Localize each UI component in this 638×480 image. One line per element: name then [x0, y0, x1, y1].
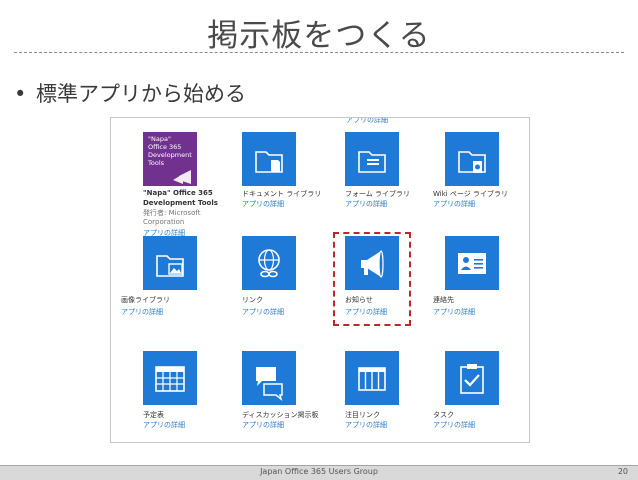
bullet-dot-icon: • — [14, 82, 27, 106]
app-name: 注目リンク — [345, 411, 380, 419]
app-details-link[interactable]: アプリの詳細 — [433, 420, 475, 430]
links-tile[interactable] — [242, 236, 296, 290]
app-details-link[interactable]: アプリの詳細 — [345, 420, 387, 430]
tasks-tile[interactable] — [445, 351, 499, 405]
folder-wiki-icon — [458, 151, 486, 173]
app-details-link[interactable]: アプリの詳細 — [242, 420, 284, 430]
document-library-tile[interactable] — [242, 132, 296, 186]
slide-title: 掲示板をつくる — [207, 18, 431, 54]
app-name: ディスカッション掲示板 — [242, 411, 319, 419]
contacts-tile[interactable] — [445, 236, 499, 290]
app-name: 画像ライブラリ — [121, 296, 170, 304]
app-details-link[interactable]: アプリの詳細 — [433, 199, 475, 209]
app-name: Wiki ページ ライブラリ — [433, 190, 509, 198]
globe-link-icon — [258, 249, 280, 278]
slide-footer: Japan Office 365 Users Group 20 — [0, 465, 638, 480]
bullet-text: 標準アプリから始める — [36, 82, 246, 106]
discussion-icon — [256, 367, 283, 401]
title-divider — [14, 52, 624, 53]
promoted-links-tile[interactable] — [345, 351, 399, 405]
folder-doc-icon — [255, 151, 283, 173]
app-details-link[interactable]: アプリの詳細 — [433, 307, 475, 317]
calendar-tile[interactable] — [143, 351, 197, 405]
napa-tile[interactable]: "Napa" Office 365 Development Tools — [143, 132, 197, 186]
app-name: 連絡先 — [433, 296, 454, 304]
app-details-link[interactable]: アプリの詳細 — [242, 307, 284, 317]
napa-publisher-line2: Corporation — [143, 218, 185, 226]
task-clipboard-icon — [460, 364, 484, 394]
app-name: リンク — [242, 296, 263, 304]
app-gallery-screenshot: アプリの詳細 "Napa" Office 365 Development Too… — [110, 117, 530, 443]
discussion-board-tile[interactable] — [242, 351, 296, 405]
app-details-link[interactable]: アプリの詳細 — [143, 420, 185, 430]
announcements-highlight-frame — [333, 232, 411, 326]
folder-image-icon — [156, 255, 184, 277]
napa-name-line1: "Napa" Office 365 — [143, 189, 213, 197]
picture-library-tile[interactable] — [143, 236, 197, 290]
napa-publisher-line1: 発行者: Microsoft — [143, 209, 201, 217]
wiki-page-library-tile[interactable] — [445, 132, 499, 186]
folder-form-icon — [358, 151, 386, 173]
calendar-icon — [155, 366, 185, 392]
promoted-links-icon — [358, 367, 386, 391]
contact-card-icon — [458, 253, 486, 274]
app-name: ドキュメント ライブラリ — [242, 190, 322, 198]
top-app-details-link[interactable]: アプリの詳細 — [346, 118, 388, 125]
app-details-link[interactable]: アプリの詳細 — [242, 199, 284, 209]
page-number: 20 — [617, 467, 628, 476]
footer-text: Japan Office 365 Users Group — [260, 467, 378, 476]
app-name: 予定表 — [143, 411, 164, 419]
napa-name-line2: Development Tools — [143, 199, 218, 207]
app-details-link[interactable]: アプリの詳細 — [121, 307, 163, 317]
app-name: フォーム ライブラリ — [345, 190, 411, 198]
app-name: タスク — [433, 411, 454, 419]
bullet-point: • 標準アプリから始める — [14, 78, 246, 108]
visual-studio-icon — [173, 170, 191, 184]
app-details-link[interactable]: アプリの詳細 — [345, 199, 387, 209]
form-library-tile[interactable] — [345, 132, 399, 186]
